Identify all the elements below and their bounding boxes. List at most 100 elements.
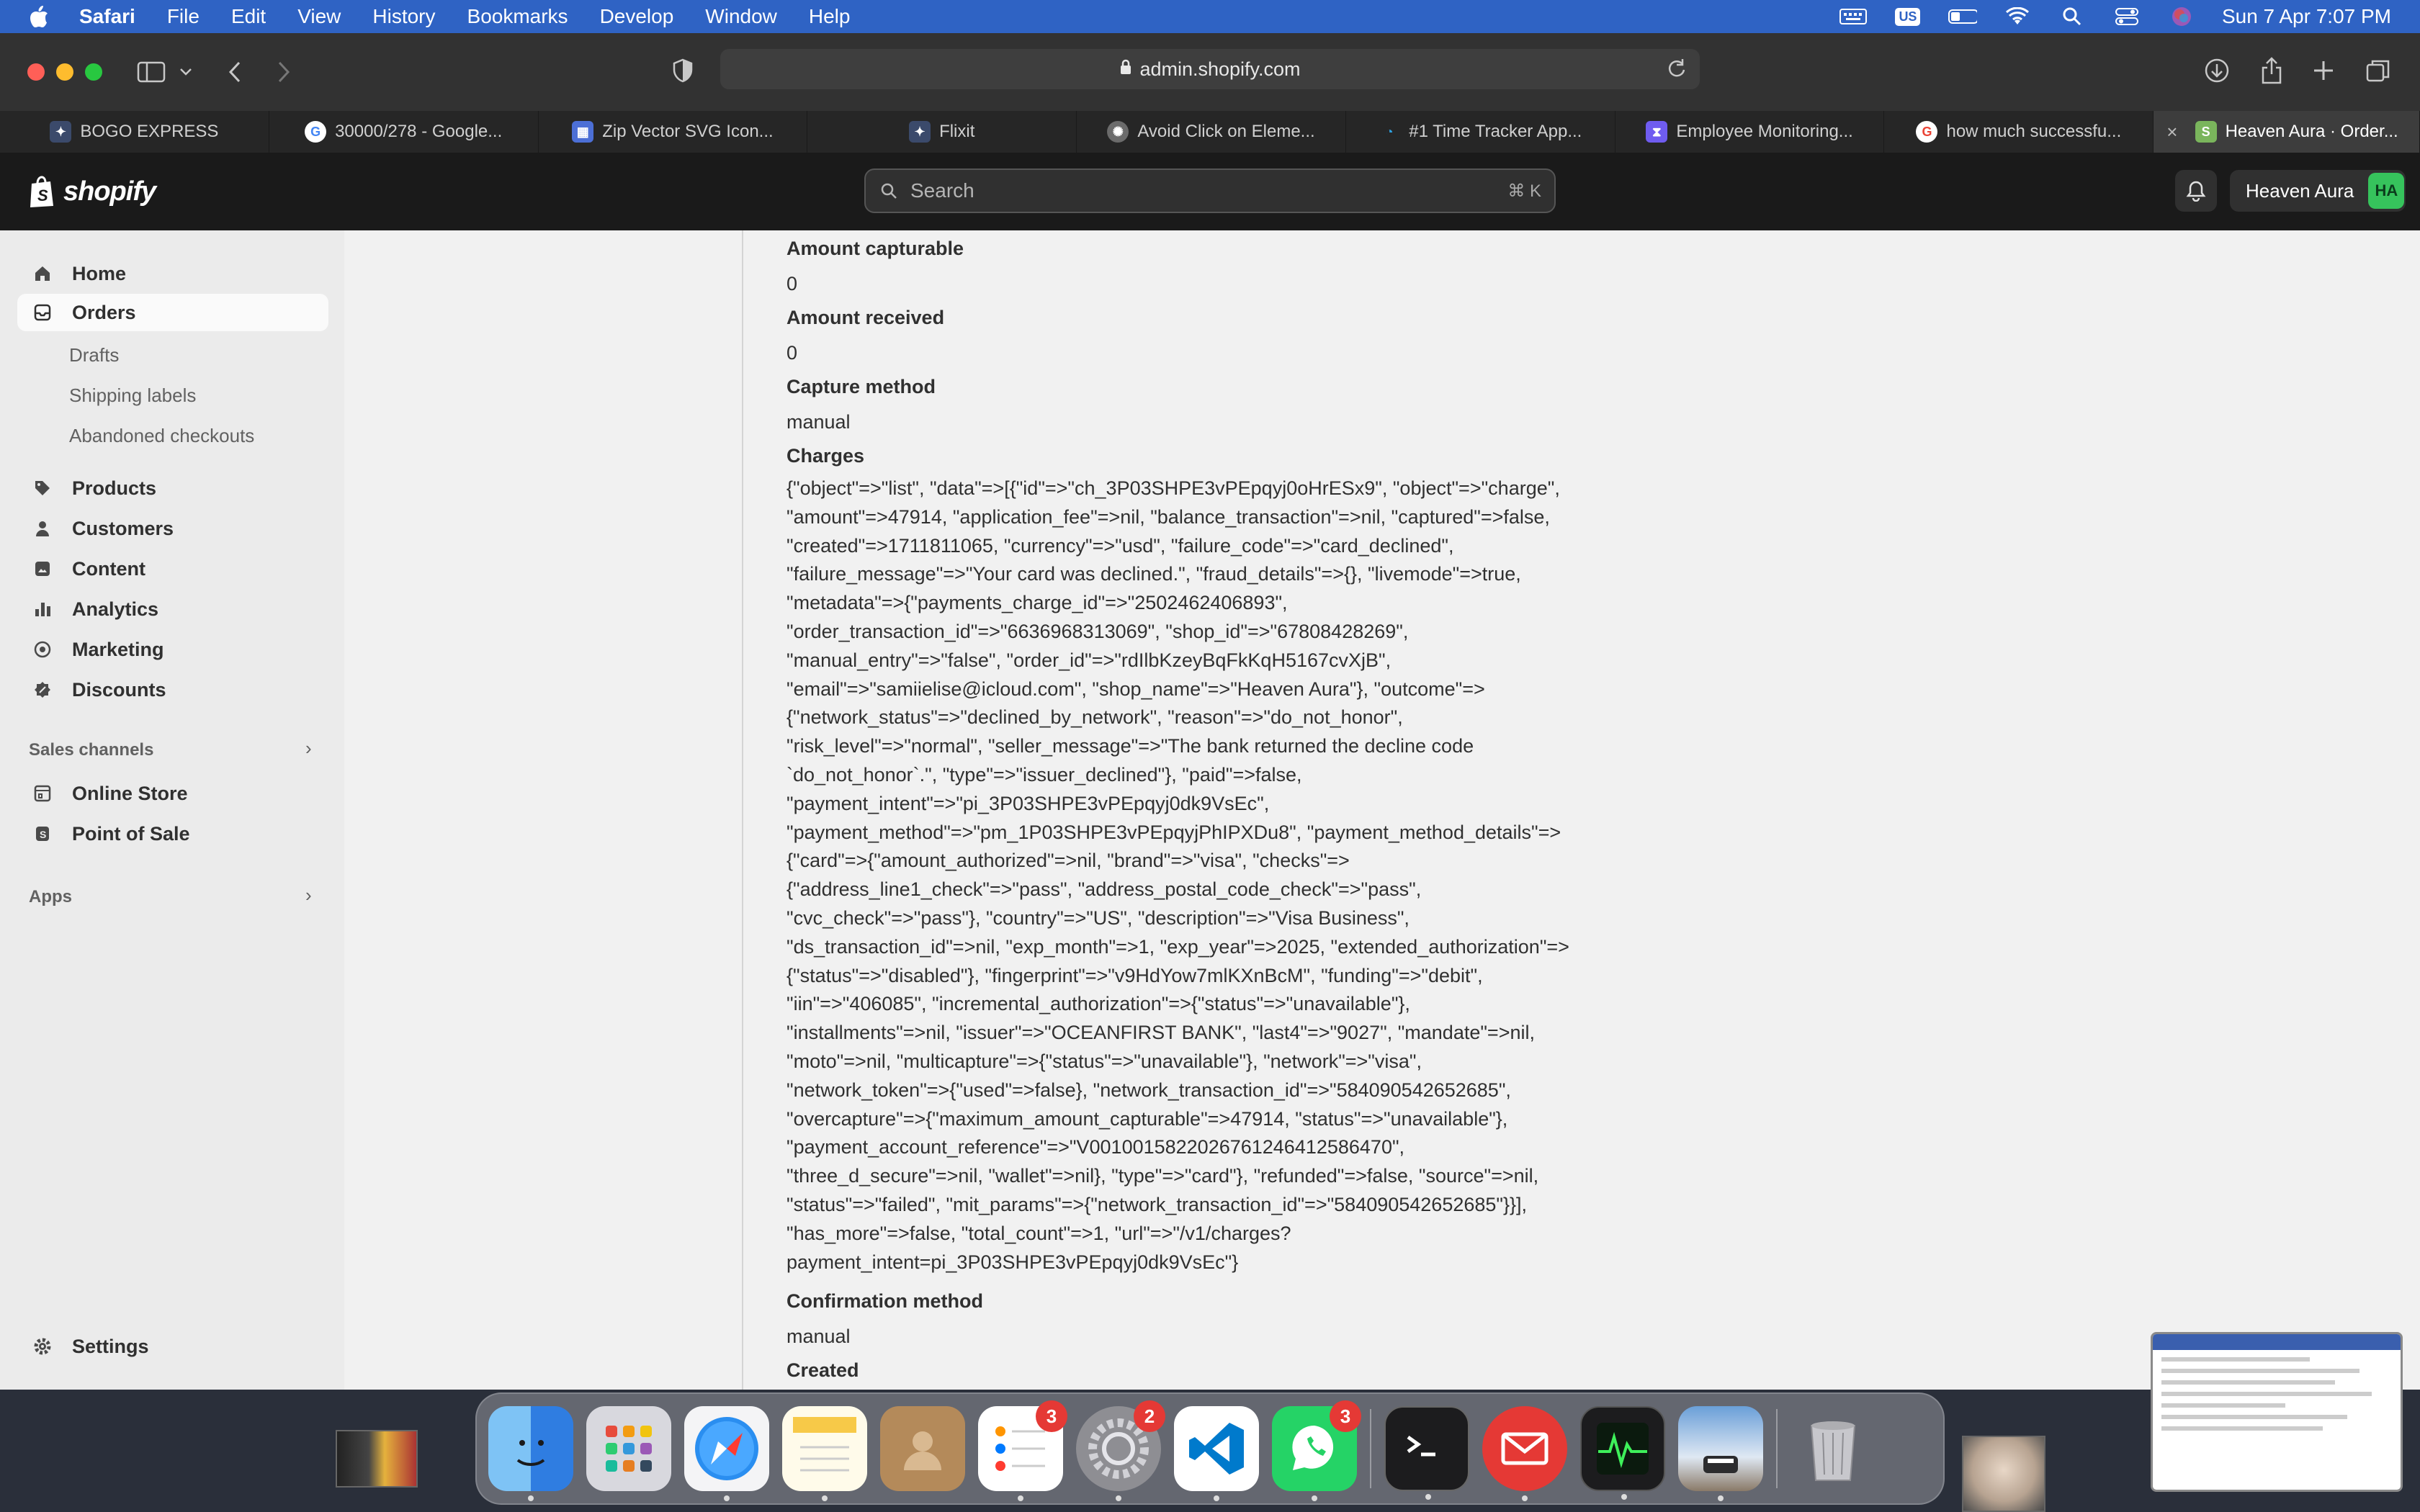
bell-icon [2186,181,2206,202]
tab-flixit[interactable]: ✦ Flixit [807,111,1077,153]
tab-heaven-aura-order[interactable]: × S Heaven Aura · Order... [2154,111,2420,153]
forward-icon[interactable] [266,55,301,89]
sidebar-item-settings[interactable]: Settings [17,1328,328,1365]
zoom-window-button[interactable] [85,63,102,81]
shopify-logo[interactable]: S shopify [27,175,156,208]
close-tab-icon[interactable]: × [2166,121,2177,143]
menu-develop[interactable]: Develop [600,5,674,28]
spotlight-search-icon[interactable] [2058,6,2087,27]
reload-icon[interactable] [1667,58,1687,84]
input-source-icon[interactable]: US [1894,6,1922,27]
sidebar-item-orders[interactable]: Orders [17,294,328,331]
screenshot-preview-thumbnail[interactable] [2151,1332,2403,1492]
sidebar-subitem-abandoned-checkouts[interactable]: Abandoned checkouts [69,425,254,447]
system-settings-icon[interactable]: 2 [1076,1400,1165,1501]
menu-file[interactable]: File [167,5,200,28]
whatsapp-badge: 3 [1330,1400,1361,1432]
macos-dock: 3 2 3 [475,1392,1945,1505]
tab-avoid-click[interactable]: ✺ Avoid Click on Eleme... [1077,111,1346,153]
account-menu-button[interactable]: Heaven Aura HA [2230,170,2406,212]
close-window-button[interactable] [27,63,45,81]
whatsapp-icon[interactable]: 3 [1272,1400,1361,1501]
tab-google-sheet[interactable]: G 30000/278 - Google... [269,111,539,153]
apple-menu-icon[interactable] [26,4,52,30]
privacy-shield-icon[interactable] [666,53,700,88]
notifications-button[interactable] [2175,170,2217,212]
sidebar-toggle-icon[interactable] [134,55,169,89]
tab-group-chevron-icon[interactable] [169,55,203,89]
sidebar-item-discounts[interactable]: Discounts [17,671,328,708]
desktop-thumbnail[interactable] [1962,1436,2045,1512]
menu-app-name[interactable]: Safari [79,5,135,28]
control-center-icon[interactable] [2112,6,2141,27]
url-text: admin.shopify.com [1139,58,1301,80]
mail-client-icon[interactable] [1482,1406,1567,1501]
chevron-right-icon[interactable]: › [305,737,312,760]
siri-icon[interactable] [2167,6,2196,27]
tab-bogo-express[interactable]: ✦ BOGO EXPRESS [0,111,269,153]
sidebar-item-point-of-sale[interactable]: S Point of Sale [17,815,328,852]
keyboard-viewer-icon[interactable] [1839,6,1868,27]
new-tab-icon[interactable] [2306,53,2341,88]
back-icon[interactable] [218,55,252,89]
sidebar-item-customers[interactable]: Customers [17,510,328,547]
sidebar-item-label: Point of Sale [72,822,190,845]
contacts-icon[interactable] [880,1406,965,1491]
tab-zip-vector[interactable]: ▦ Zip Vector SVG Icon... [539,111,808,153]
sidebar-item-online-store[interactable]: Online Store [17,775,328,812]
settings-badge: 2 [1134,1400,1165,1432]
shopify-topbar: S shopify Search ⌘ K Heaven Aura HA [0,153,2420,230]
finder-icon[interactable] [488,1406,573,1501]
gear-icon [32,1336,53,1357]
tab-how-much-successful[interactable]: G how much successfu... [1884,111,2154,153]
activity-monitor-icon[interactable] [1580,1406,1665,1500]
tab-label: Avoid Click on Eleme... [1137,122,1315,141]
menu-view[interactable]: View [297,5,341,28]
reminders-icon[interactable]: 3 [978,1400,1067,1501]
main-content: Amount capturable 0 Amount received 0 Ca… [344,230,2420,1390]
lock-icon [1119,58,1132,81]
sidebar-item-content[interactable]: Content [17,550,328,588]
sidebar-item-analytics[interactable]: Analytics [17,590,328,628]
menubar-clock[interactable]: Sun 7 Apr 7:07 PM [2222,5,2391,28]
menu-history[interactable]: History [372,5,435,28]
address-bar[interactable]: admin.shopify.com [720,49,1700,89]
search-input[interactable]: Search ⌘ K [864,168,1556,213]
tab-time-tracker[interactable]: ◔ #1 Time Tracker App... [1346,111,1615,153]
charges-json: {"object"=>"list", "data"=>[{"id"=>"ch_3… [786,477,1569,1273]
vscode-icon[interactable] [1174,1406,1259,1501]
created-field: Created [786,1359,859,1382]
battery-icon[interactable] [1948,6,1977,27]
trash-icon[interactable] [1791,1406,1876,1491]
safari-icon[interactable] [684,1406,769,1501]
dock-separator [1776,1409,1778,1488]
sidebar-item-marketing[interactable]: Marketing [17,631,328,668]
sidebar-subitem-drafts[interactable]: Drafts [69,344,119,366]
menu-edit[interactable]: Edit [231,5,266,28]
shopify-logo-text: shopify [63,176,156,207]
minimize-window-button[interactable] [56,63,73,81]
wifi-icon[interactable] [2003,6,2032,27]
terminal-icon[interactable] [1384,1406,1469,1500]
tab-employee-monitoring[interactable]: ⧗ Employee Monitoring... [1615,111,1885,153]
chevron-right-icon[interactable]: › [305,884,312,906]
launchpad-icon[interactable] [586,1406,671,1491]
menu-window[interactable]: Window [705,5,777,28]
menu-help[interactable]: Help [809,5,851,28]
share-icon[interactable] [2254,53,2289,88]
preview-icon[interactable] [1678,1406,1763,1501]
sales-channels-heading[interactable]: Sales channels [29,740,153,760]
desktop-thumbnail[interactable] [336,1430,418,1488]
input-source-label: US [1895,7,1921,26]
downloads-icon[interactable] [2200,53,2234,88]
shopify-favicon-icon: S [2195,121,2217,143]
notes-icon[interactable] [782,1406,867,1501]
shopify-bag-icon: S [30,176,53,207]
sidebar-item-home[interactable]: Home [17,255,328,292]
tab-overview-icon[interactable] [2361,53,2396,88]
sidebar-item-products[interactable]: Products [17,469,328,507]
apps-heading[interactable]: Apps [29,887,72,907]
menu-bookmarks[interactable]: Bookmarks [467,5,568,28]
search-shortcut-hint: ⌘ K [1507,181,1541,201]
sidebar-subitem-shipping-labels[interactable]: Shipping labels [69,384,196,407]
